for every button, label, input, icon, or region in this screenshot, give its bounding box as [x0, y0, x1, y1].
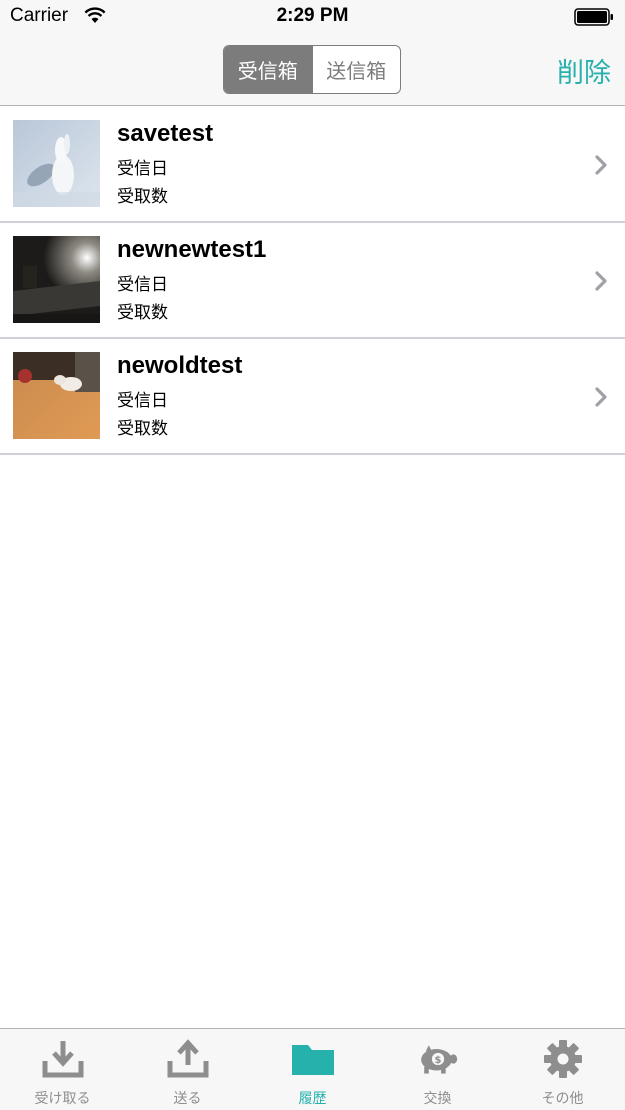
thumbnail-image	[13, 236, 100, 323]
tab-bar: 受け取る 送る 履歴 $ 交換 その他	[0, 1028, 625, 1110]
download-icon	[42, 1041, 83, 1078]
chevron-right-icon	[595, 271, 607, 291]
tab-receive[interactable]: 受け取る	[0, 1029, 125, 1110]
received-count-label: 受取数	[117, 419, 168, 439]
tab-label: その他	[541, 1091, 584, 1107]
mailbox-segmented-control: 受信箱 送信箱	[223, 45, 401, 94]
tab-send[interactable]: 送る	[125, 1029, 250, 1110]
received-count-label: 受取数	[117, 303, 168, 323]
item-title: newoldtest	[117, 352, 243, 379]
list-item[interactable]: newoldtest 受信日 受取数	[0, 339, 625, 455]
folder-icon	[291, 1045, 334, 1075]
upload-icon	[167, 1039, 208, 1078]
status-bar: Carrier 2:29 PM	[0, 0, 625, 34]
svg-text:$: $	[434, 1055, 441, 1066]
received-date-label: 受信日	[117, 159, 168, 179]
item-title: newnewtest1	[117, 236, 267, 263]
history-list: savetest 受信日 受取数 newnewtest1 受信日 受取数 new…	[0, 107, 625, 455]
segment-inbox[interactable]: 受信箱	[224, 46, 312, 93]
tab-exchange[interactable]: $ 交換	[375, 1029, 500, 1110]
tab-label: 受け取る	[34, 1091, 91, 1107]
navigation-bar: 受信箱 送信箱 削除	[0, 34, 625, 106]
item-title: savetest	[117, 120, 214, 147]
chevron-right-icon	[595, 155, 607, 175]
thumbnail-image	[13, 120, 100, 207]
received-date-label: 受信日	[117, 275, 168, 295]
tab-label: 履歴	[298, 1091, 327, 1107]
received-count-label: 受取数	[117, 187, 168, 207]
thumbnail-image	[13, 352, 100, 439]
chevron-right-icon	[595, 387, 607, 407]
tab-label: 送る	[173, 1091, 202, 1107]
list-item[interactable]: savetest 受信日 受取数	[0, 107, 625, 223]
tab-label: 交換	[423, 1091, 452, 1107]
status-time: 2:29 PM	[276, 5, 349, 26]
tab-other[interactable]: その他	[500, 1029, 625, 1110]
received-date-label: 受信日	[117, 391, 168, 411]
gear-icon	[543, 1040, 582, 1078]
battery-icon	[574, 8, 613, 26]
segment-outbox[interactable]: 送信箱	[311, 46, 401, 93]
list-item[interactable]: newnewtest1 受信日 受取数	[0, 223, 625, 339]
delete-button[interactable]: 削除	[557, 51, 611, 90]
piggy-bank-icon: $	[420, 1045, 457, 1074]
tab-history[interactable]: 履歴	[250, 1029, 375, 1110]
